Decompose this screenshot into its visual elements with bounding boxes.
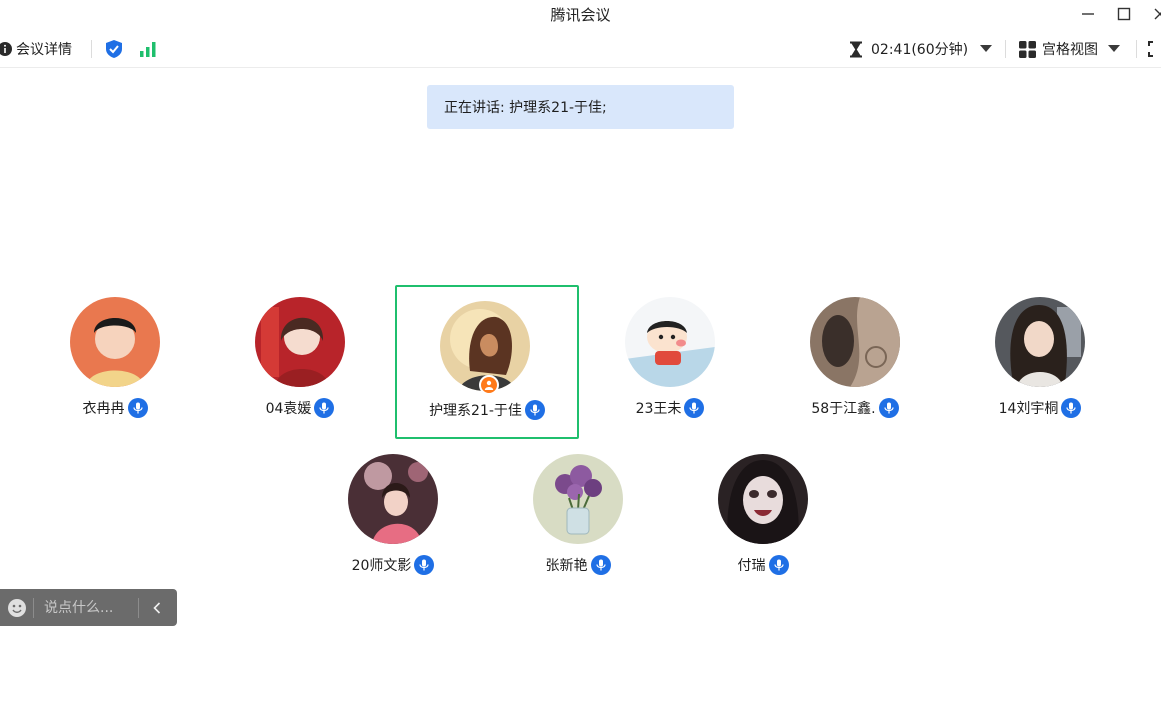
participant-tile[interactable]: 20师文影 xyxy=(301,444,485,598)
toolbar-divider xyxy=(1136,40,1137,58)
collapse-chat-button[interactable] xyxy=(139,589,175,626)
avatar xyxy=(348,454,438,544)
maximize-button[interactable] xyxy=(1104,0,1144,28)
mic-icon xyxy=(590,555,611,575)
participant-tile[interactable]: 04袁媛 xyxy=(208,287,392,441)
close-button[interactable] xyxy=(1140,0,1161,28)
meeting-window: 腾讯会议 会议详情 02:41(60分钟) 宫格视图 正在讲话: 护理系21-于… xyxy=(0,0,1161,706)
mic-icon xyxy=(684,398,705,418)
mic-icon xyxy=(768,555,789,575)
participant-name: 58于江鑫. xyxy=(811,401,876,417)
view-label: 宫格视图 xyxy=(1042,42,1098,58)
maximize-icon xyxy=(1117,7,1131,21)
participant-name-line: 20师文影 xyxy=(301,555,485,575)
participant-tile[interactable]: 14刘宇桐 xyxy=(948,287,1132,441)
speaking-indicator: 正在讲话: 护理系21-于佳; xyxy=(427,85,734,129)
speaking-text: 正在讲话: 护理系21-于佳; xyxy=(444,100,607,116)
smiley-icon xyxy=(7,598,26,617)
minimize-button[interactable] xyxy=(1068,0,1108,28)
avatar xyxy=(718,454,808,544)
chevron-left-icon xyxy=(153,601,161,614)
mic-icon xyxy=(878,398,899,418)
avatar xyxy=(625,297,715,387)
participant-name: 张新艳 xyxy=(545,558,588,574)
emoji-button[interactable] xyxy=(0,589,33,626)
participant-name: 20师文影 xyxy=(351,558,412,574)
close-icon xyxy=(1154,8,1161,20)
participant-name-line: 23王未 xyxy=(578,398,762,418)
network-status[interactable] xyxy=(139,30,157,68)
participant-tile[interactable]: 23王未 xyxy=(578,287,762,441)
participant-tile-active-speaker[interactable]: 护理系21-于佳 xyxy=(395,285,579,439)
meeting-timer[interactable]: 02:41(60分钟) xyxy=(849,30,993,68)
participant-name: 衣冉冉 xyxy=(82,401,125,417)
participant-name-line: 衣冉冉 xyxy=(23,398,207,418)
grid-view-icon xyxy=(1019,40,1036,58)
participant-name-line: 04袁媛 xyxy=(208,398,392,418)
mic-icon xyxy=(127,398,148,418)
host-badge xyxy=(479,375,499,395)
participant-name-line: 14刘宇桐 xyxy=(948,398,1132,418)
participant-tile[interactable]: 付瑞 xyxy=(671,444,855,598)
participant-name-line: 护理系21-于佳 xyxy=(397,400,577,420)
fullscreen-icon xyxy=(1148,41,1153,57)
participant-tile[interactable]: 张新艳 xyxy=(486,444,670,598)
mic-icon xyxy=(414,555,435,575)
hourglass-icon xyxy=(850,41,862,57)
timer-label: 02:41(60分钟) xyxy=(871,42,969,58)
meeting-info-label: 会议详情 xyxy=(16,42,72,58)
participant-name-line: 张新艳 xyxy=(486,555,670,575)
participant-name: 14刘宇桐 xyxy=(998,401,1059,417)
mic-icon xyxy=(1061,398,1082,418)
toolbar-divider xyxy=(91,40,92,58)
signal-strength-icon xyxy=(140,42,156,57)
mic-icon xyxy=(524,400,545,420)
participant-name: 04袁媛 xyxy=(265,401,312,417)
avatar xyxy=(255,297,345,387)
participant-name-line: 付瑞 xyxy=(671,555,855,575)
info-icon xyxy=(0,42,12,56)
host-user-icon xyxy=(484,380,494,390)
window-title: 腾讯会议 xyxy=(550,5,611,24)
participant-name: 护理系21-于佳 xyxy=(429,403,522,419)
avatar xyxy=(70,297,160,387)
meeting-toolbar: 会议详情 02:41(60分钟) 宫格视图 xyxy=(0,30,1161,68)
avatar xyxy=(533,454,623,544)
avatar xyxy=(810,297,900,387)
meeting-info-button[interactable]: 会议详情 xyxy=(0,30,72,68)
participant-name: 付瑞 xyxy=(737,558,766,574)
participant-name-line: 58于江鑫. xyxy=(763,398,947,418)
minimize-icon xyxy=(1082,13,1094,15)
toolbar-divider xyxy=(1005,40,1006,58)
title-bar: 腾讯会议 xyxy=(0,0,1161,28)
fullscreen-button[interactable] xyxy=(1148,30,1161,68)
participant-tile[interactable]: 58于江鑫. xyxy=(763,287,947,441)
chevron-down-icon xyxy=(1108,45,1120,52)
mic-icon xyxy=(314,398,335,418)
chat-input[interactable] xyxy=(34,589,138,626)
participant-tile[interactable]: 衣冉冉 xyxy=(23,287,207,441)
chevron-down-icon xyxy=(980,45,993,52)
security-status[interactable] xyxy=(105,30,123,68)
chat-input-bar xyxy=(0,589,177,626)
participant-name: 23王未 xyxy=(635,401,682,417)
avatar xyxy=(995,297,1085,387)
shield-check-icon xyxy=(106,40,122,58)
layout-view-button[interactable]: 宫格视图 xyxy=(1019,30,1120,68)
